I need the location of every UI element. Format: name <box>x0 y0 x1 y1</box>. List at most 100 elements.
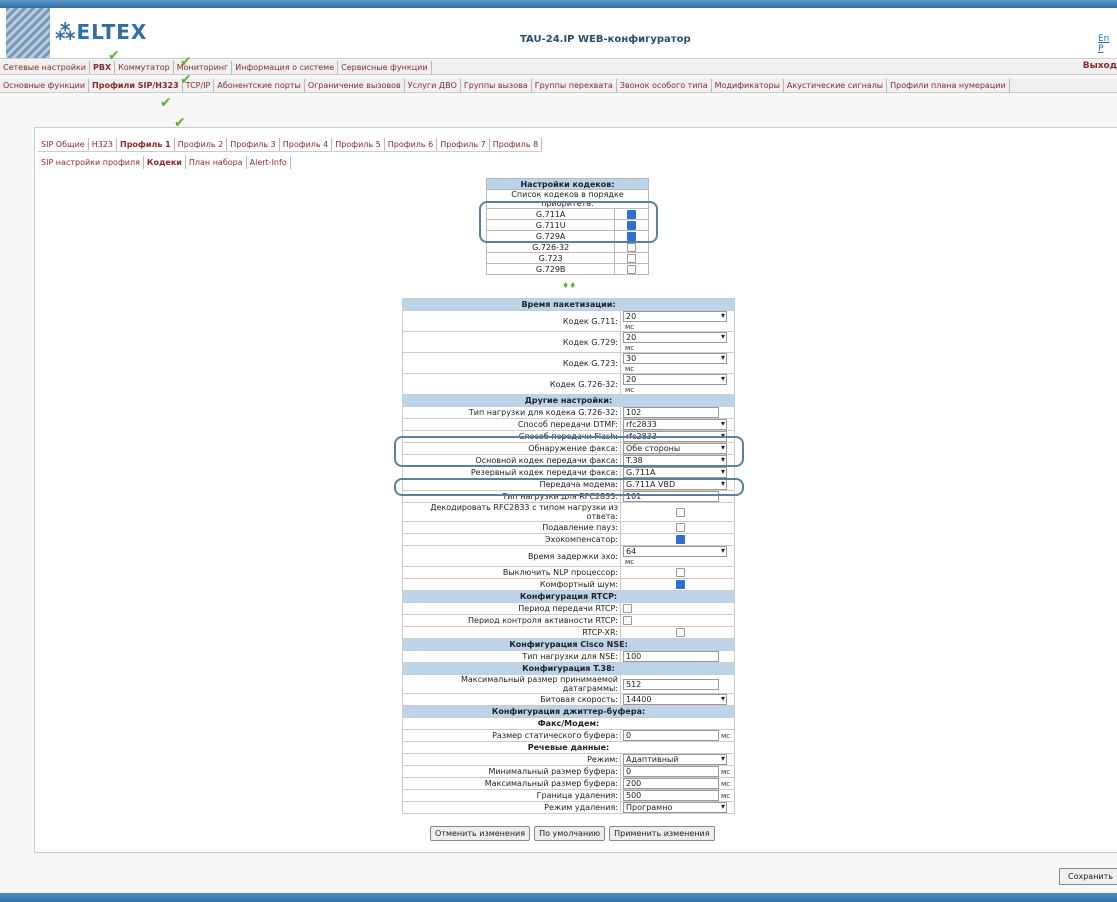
tab-acoustic-signals[interactable]: Акустические сигналы <box>784 78 888 92</box>
rtcp-control-checkbox[interactable] <box>623 616 632 625</box>
codec-checkbox[interactable] <box>627 242 637 252</box>
setting-label: Комфортный шум: <box>402 578 621 591</box>
tab-modifiers[interactable]: Модификаторы <box>712 78 784 92</box>
payload726-input[interactable]: 102 <box>623 407 719 418</box>
menu-network[interactable]: Сетевые настройки <box>0 60 90 74</box>
rtcp-period-checkbox[interactable] <box>623 604 632 613</box>
setting-label: Битовая скорость: <box>402 693 621 706</box>
tab-subscriber-ports[interactable]: Абонентские порты <box>214 78 305 92</box>
codec-name: G.726-32 <box>485 241 616 253</box>
bitrate-select[interactable]: 14400 <box>623 694 727 705</box>
codec-checkbox[interactable] <box>627 264 637 274</box>
delete-mode-select[interactable]: Програмно <box>623 802 727 813</box>
save-button[interactable]: Сохранить <box>1059 868 1117 885</box>
codec-row[interactable]: G.711A <box>485 208 649 220</box>
setting-label: Кодек G.723: <box>402 352 621 374</box>
rtcpxr-checkbox[interactable] <box>676 628 685 637</box>
setting-label: Кодек G.726-32: <box>402 373 621 395</box>
min-buffer-input[interactable]: 0 <box>623 766 719 777</box>
setting-label: Выключить NLP процессор: <box>402 566 621 579</box>
codec-checkbox[interactable] <box>627 231 637 241</box>
subsection-header: Речевые данные: <box>402 741 735 754</box>
main-menu: Сетевые настройки PBX Коммутатор Монитор… <box>0 60 1117 75</box>
nlp-checkbox[interactable] <box>676 568 685 577</box>
codec-row[interactable]: G.723 <box>485 252 649 264</box>
codec-row[interactable]: G.726-32 <box>485 241 649 253</box>
subsection-header: Факс/Модем: <box>402 717 735 730</box>
header: ⁂ELTEX TAU-24.IP WEB-конфигуратор En P <box>0 8 1117 59</box>
tab-services[interactable]: Услуги ДВО <box>405 78 461 92</box>
codec-row[interactable]: G.711U <box>485 219 649 231</box>
echo-checkbox[interactable] <box>676 535 685 544</box>
g729-select[interactable]: 20 <box>623 332 727 343</box>
profile-tabs: SIP Общие H323 Профиль 1 Профиль 2 Профи… <box>38 137 543 152</box>
codec-row[interactable]: G.729A <box>485 230 649 242</box>
silence-checkbox[interactable] <box>676 523 685 532</box>
tab-sip-profile-settings[interactable]: SIP настройки профиля <box>38 156 144 169</box>
dtmf-select[interactable]: rfc2833 <box>623 419 727 430</box>
tab-profile-5[interactable]: Профиль 5 <box>332 137 385 151</box>
lang-link[interactable]: En P <box>1098 34 1117 54</box>
tab-profile-4[interactable]: Профиль 4 <box>280 137 333 151</box>
fax-main-codec-select[interactable]: T.38 <box>623 455 727 466</box>
action-buttons: Отменить изменения По умолчанию Применит… <box>430 826 715 841</box>
codec-row[interactable]: G.729B <box>485 263 649 275</box>
flash-select[interactable]: rfc2833 <box>623 431 727 442</box>
tab-tcpip[interactable]: TCP/IP <box>183 78 215 92</box>
profile-subtabs: SIP настройки профиля Кодеки План набора… <box>38 156 291 169</box>
setting-label: Период контроля активности RTCP: <box>402 614 621 627</box>
echo-delay-select[interactable]: 64 <box>623 546 727 557</box>
apply-changes-button[interactable]: Применить изменения <box>609 826 715 841</box>
menu-service[interactable]: Сервисные функции <box>338 60 432 74</box>
mode-select[interactable]: Адаптивный <box>623 754 727 765</box>
decode-checkbox[interactable] <box>676 507 685 517</box>
exit-link[interactable]: Выход <box>1083 60 1117 73</box>
t38-max-input[interactable]: 512 <box>623 678 719 690</box>
codec-checkbox[interactable] <box>627 209 637 219</box>
menu-switch[interactable]: Коммутатор <box>115 60 174 74</box>
codec-checkbox[interactable] <box>627 253 637 263</box>
tab-profile-1[interactable]: Профиль 1 <box>117 137 175 151</box>
g711-select[interactable]: 20 <box>623 311 727 322</box>
tab-profile-7[interactable]: Профиль 7 <box>437 137 490 151</box>
tab-call-restrictions[interactable]: Ограничение вызовов <box>305 78 405 92</box>
menu-monitoring[interactable]: Мониторинг <box>174 60 233 74</box>
fax-backup-codec-select[interactable]: G.711A <box>623 467 727 478</box>
tab-codecs[interactable]: Кодеки <box>144 156 186 169</box>
g726-select[interactable]: 20 <box>623 374 727 385</box>
tab-main-functions[interactable]: Основные функции <box>0 78 90 92</box>
tab-pickup-groups[interactable]: Группы перехвата <box>532 78 617 92</box>
setting-label: Способ передачи DTMF: <box>402 418 621 431</box>
tab-special-call[interactable]: Звонок особого типа <box>617 78 712 92</box>
comfort-noise-checkbox[interactable] <box>676 580 685 589</box>
tab-profile-8[interactable]: Профиль 8 <box>490 137 543 151</box>
menu-sysinfo[interactable]: Информация о системе <box>232 60 339 74</box>
setting-label: Декодировать RFC2833 с типом нагрузки из… <box>402 502 621 522</box>
nse-input[interactable]: 100 <box>623 651 719 662</box>
codec-name: G.711U <box>485 219 616 231</box>
tab-profile-2[interactable]: Профиль 2 <box>175 137 228 151</box>
setting-label: RTCP-XR: <box>402 626 621 639</box>
tab-call-groups[interactable]: Группы вызова <box>461 78 532 92</box>
menu-pbx[interactable]: PBX <box>90 60 116 74</box>
tab-dial-plan[interactable]: План набора <box>186 156 247 169</box>
tab-sip-profiles[interactable]: Профили SIP/H323 <box>89 78 183 92</box>
tab-h323[interactable]: H323 <box>89 137 117 151</box>
max-buffer-input[interactable]: 200 <box>623 778 719 789</box>
static-buffer-input[interactable]: 0 <box>623 730 719 741</box>
delete-border-input[interactable]: 500 <box>623 790 719 801</box>
modem-select[interactable]: G.711A VBD <box>623 479 727 490</box>
codec-checkbox[interactable] <box>627 220 637 230</box>
fax-detect-select[interactable]: Обе стороны <box>623 443 727 454</box>
tab-numbering-profiles[interactable]: Профили плана нумерации <box>887 78 1010 92</box>
rfc2833-input[interactable]: 101 <box>623 491 719 502</box>
tab-sip-general[interactable]: SIP Общие <box>38 137 89 151</box>
tab-alert-info[interactable]: Alert-Info <box>247 156 291 169</box>
default-button[interactable]: По умолчанию <box>534 826 606 841</box>
cancel-changes-button[interactable]: Отменить изменения <box>430 826 531 841</box>
move-arrows-icon[interactable]: ♦♦ <box>562 281 576 290</box>
tab-profile-6[interactable]: Профиль 6 <box>385 137 438 151</box>
g723-select[interactable]: 30 <box>623 353 727 364</box>
tab-profile-3[interactable]: Профиль 3 <box>227 137 280 151</box>
section-header: Конфигурация RTCP: <box>402 590 735 603</box>
